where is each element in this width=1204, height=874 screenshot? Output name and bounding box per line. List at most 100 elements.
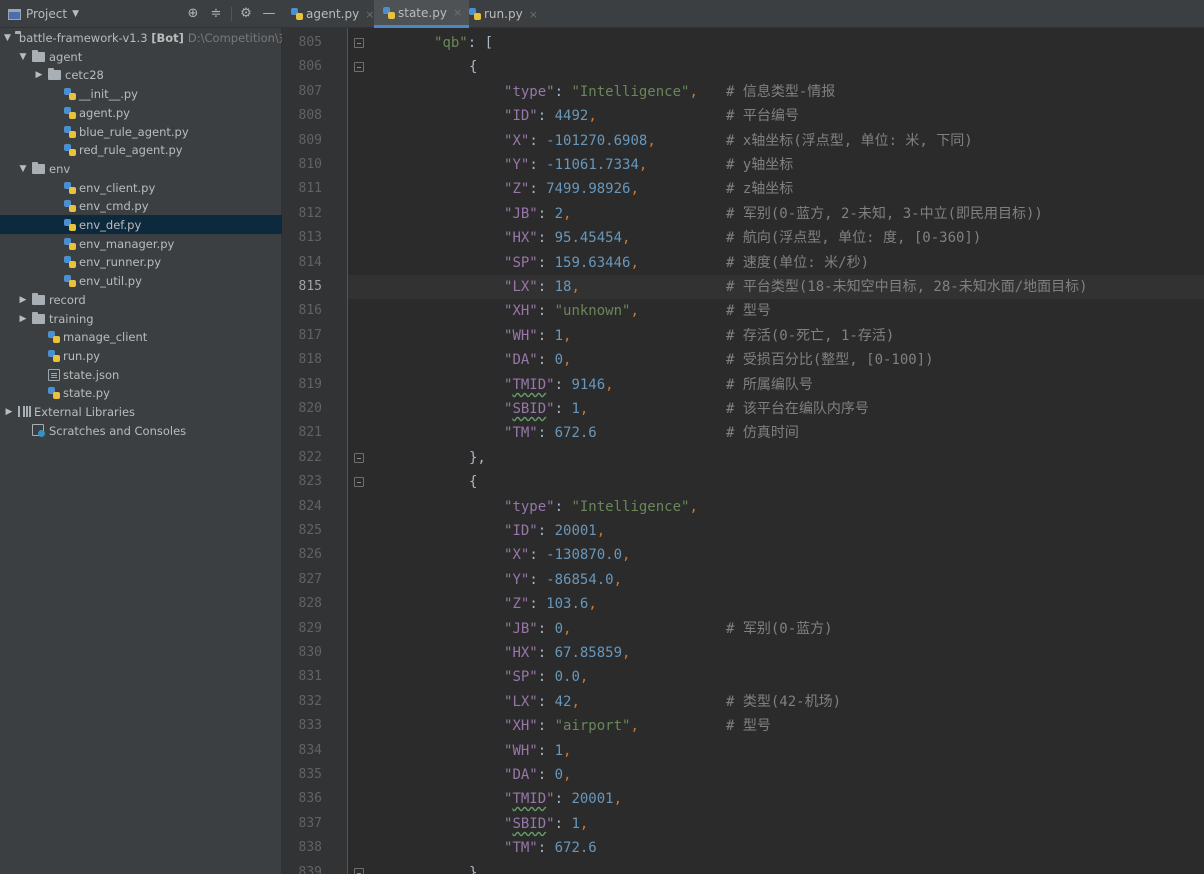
tree-item[interactable]: ▶ cetc28 — [0, 65, 282, 84]
line-number: 826 — [298, 547, 322, 562]
python-file-icon — [64, 106, 76, 119]
code-value: 0 — [554, 767, 564, 783]
code-value: 7499.98926 — [546, 181, 631, 197]
fold-marker-icon[interactable] — [354, 62, 364, 72]
expand-arrow-icon[interactable]: ▶ — [18, 314, 28, 324]
python-file-icon — [64, 143, 76, 156]
tree-item[interactable]: env_runner.py — [0, 252, 282, 271]
tree-item[interactable]: env_def.py — [0, 215, 282, 234]
tree-item-label: blue_rule_agent.py — [79, 124, 189, 139]
tree-item-label: External Libraries — [34, 404, 136, 419]
code-key: LX — [512, 694, 530, 710]
library-icon — [18, 406, 31, 417]
tab-run-py[interactable]: run.py × — [460, 0, 545, 28]
code-line: "TM": 672.6 — [504, 425, 597, 441]
json-file-icon — [48, 368, 60, 381]
collapse-icon[interactable]: ≑ — [207, 5, 225, 23]
code-key: Z — [512, 596, 521, 612]
tree-item-label: env_cmd.py — [79, 198, 149, 213]
tree-item[interactable]: run.py — [0, 346, 282, 365]
tab-agent-py[interactable]: agent.py × — [282, 0, 381, 28]
tree-item[interactable]: env_util.py — [0, 271, 282, 290]
line-number: 835 — [298, 767, 322, 782]
code-comment: # 仿真时间 — [726, 425, 799, 441]
code-comment: # z轴坐标 — [726, 181, 794, 197]
gear-icon[interactable]: ⚙ — [237, 5, 255, 23]
tree-item[interactable]: state.py — [0, 383, 282, 402]
code-key: ID — [512, 523, 530, 539]
minimize-icon[interactable]: — — [260, 5, 278, 23]
tree-item[interactable]: ▼ agent — [0, 47, 282, 66]
code-key: type — [512, 84, 547, 100]
tree-item[interactable]: ▼ env — [0, 159, 282, 178]
tree-item-label: env_util.py — [79, 273, 142, 288]
folder-icon — [32, 161, 45, 174]
code-comment: # 平台编号 — [726, 108, 799, 124]
close-icon[interactable]: × — [529, 8, 538, 21]
code-line: { — [469, 470, 477, 494]
python-file-icon — [469, 8, 481, 20]
code-line: "JB": 2, — [504, 206, 572, 222]
python-file-icon — [64, 125, 76, 138]
code-key: SP — [512, 669, 530, 685]
tree-item[interactable]: Scratches and Consoles — [0, 421, 282, 440]
code-comment: # 型号 — [726, 303, 771, 319]
tree-item[interactable]: agent.py — [0, 103, 282, 122]
fold-marker-icon[interactable] — [354, 38, 364, 48]
fold-marker-icon[interactable] — [354, 477, 364, 487]
fold-marker-icon[interactable] — [354, 453, 364, 463]
line-number: 822 — [298, 450, 322, 465]
project-view-dropdown[interactable]: Project ▼ — [8, 6, 79, 22]
editor-tabs: agent.py × state.py × run.py × — [282, 0, 1204, 28]
expand-arrow-icon[interactable]: ▼ — [18, 52, 28, 62]
code-value: 42 — [554, 694, 572, 710]
code-key: JB — [512, 206, 530, 222]
code-value: 0 — [554, 352, 564, 368]
code-line: "XH": "airport", — [504, 718, 639, 734]
expand-arrow-icon[interactable]: ▶ — [4, 407, 14, 417]
code-key: WH — [512, 328, 530, 344]
expand-arrow-icon[interactable]: ▼ — [4, 33, 11, 43]
code-editor[interactable]: 805 806 807 808 809 810 811 812 813 814 815 816 817 8… — [282, 28, 1204, 874]
scratches-icon — [32, 424, 46, 437]
tree-item[interactable]: state.json — [0, 365, 282, 384]
tree-item[interactable]: __init__.py — [0, 84, 282, 103]
project-panel-header: Project ▼ ⊕ ≑ ⚙ — — [0, 0, 282, 28]
fold-marker-icon[interactable] — [354, 868, 364, 874]
code-line: "Y": -86854.0, — [504, 572, 623, 588]
tree-item[interactable]: ▶ External Libraries — [0, 402, 282, 421]
code-value: 1 — [571, 816, 580, 832]
tree-item[interactable]: ▶ record — [0, 290, 282, 309]
tree-item[interactable]: ▶ training — [0, 309, 282, 328]
tab-state-py[interactable]: state.py × — [374, 0, 470, 28]
tree-item-project-root[interactable]: ▼ battle-framework-v1.3 [Bot] D:\Competiti… — [0, 28, 290, 47]
code-key: DA — [512, 352, 530, 368]
line-number: 829 — [298, 621, 322, 636]
code-comment: # 受损百分比(整型, [0-100]) — [726, 352, 934, 368]
line-number: 824 — [298, 499, 322, 514]
code-line: "WH": 1, — [504, 743, 572, 759]
code-value: "unknown" — [554, 303, 631, 319]
code-comment: # 型号 — [726, 718, 771, 734]
code-line: "JB": 0, — [504, 621, 572, 637]
tree-item[interactable]: manage_client — [0, 327, 282, 346]
line-number: 818 — [298, 352, 322, 367]
code-line: "Z": 103.6, — [504, 596, 597, 612]
code-key: XH — [512, 303, 530, 319]
expand-arrow-icon[interactable]: ▶ — [34, 70, 44, 80]
python-file-icon — [383, 6, 395, 19]
tree-item[interactable]: env_client.py — [0, 178, 282, 197]
code-line: "ID": 4492, — [504, 108, 597, 124]
expand-arrow-icon[interactable]: ▶ — [18, 295, 28, 305]
tree-item[interactable]: red_rule_agent.py — [0, 140, 282, 159]
code-line: "HX": 95.45454, — [504, 230, 631, 246]
code-key: JB — [512, 621, 530, 637]
tree-item[interactable]: env_cmd.py — [0, 196, 282, 215]
python-file-icon — [64, 199, 76, 212]
tree-item[interactable]: blue_rule_agent.py — [0, 122, 282, 141]
line-number: 812 — [298, 206, 322, 221]
expand-arrow-icon[interactable]: ▼ — [18, 164, 28, 174]
tree-item[interactable]: env_manager.py — [0, 234, 282, 253]
line-number: 811 — [298, 181, 322, 196]
locate-icon[interactable]: ⊕ — [184, 5, 202, 23]
